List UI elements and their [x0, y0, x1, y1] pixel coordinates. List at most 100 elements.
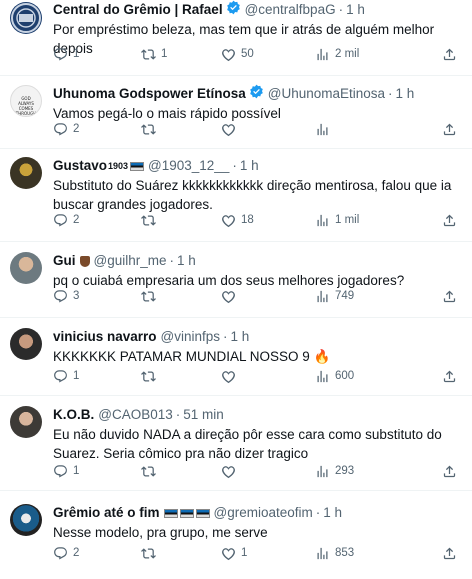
separator-dot: ·	[223, 329, 228, 344]
views-button[interactable]: 293	[315, 463, 415, 479]
avatar[interactable]: GOD ALWAYS COMES THROUGH	[10, 85, 42, 117]
like-button[interactable]: 1	[221, 545, 315, 561]
share-button[interactable]	[442, 121, 462, 137]
author-name-suffix: 1903	[108, 161, 129, 171]
reply-button[interactable]: 1	[53, 46, 141, 62]
author-name[interactable]: vinicius navarro	[53, 328, 157, 346]
timestamp[interactable]: 1 h	[177, 252, 196, 270]
flag-icon	[130, 161, 145, 171]
reply-button[interactable]: 2	[53, 121, 141, 137]
share-button[interactable]	[442, 368, 462, 384]
author-name[interactable]: Gui	[53, 252, 76, 270]
retweet-button[interactable]: 1	[141, 46, 221, 62]
share-button[interactable]	[442, 46, 462, 62]
like-icon	[222, 465, 235, 478]
tweet[interactable]: Gui @guilhr_me · 1 h pq o cuiabá empresa…	[0, 242, 472, 318]
author-handle[interactable]: @centralfbpaG	[245, 1, 336, 19]
like-count: 1	[241, 547, 248, 559]
reply-count: 1	[73, 465, 80, 477]
retweet-button[interactable]	[141, 288, 221, 304]
author-handle[interactable]: @CAOB013	[98, 406, 173, 424]
retweet-icon	[141, 214, 156, 226]
like-button[interactable]: 18	[221, 212, 315, 228]
like-button[interactable]	[221, 368, 315, 384]
retweet-icon	[141, 547, 156, 559]
author-name[interactable]: K.O.B.	[53, 406, 94, 424]
like-icon	[222, 290, 235, 303]
views-count: 749	[335, 290, 355, 302]
views-count: 293	[335, 465, 355, 477]
retweet-button[interactable]	[141, 212, 221, 228]
avatar[interactable]	[10, 328, 42, 360]
views-button[interactable]	[315, 121, 415, 137]
like-icon	[222, 214, 235, 227]
like-button[interactable]: 50	[221, 46, 315, 62]
tweet[interactable]: vinicius navarro @vininfps · 1 h KKKKKKK…	[0, 318, 472, 396]
share-button[interactable]	[442, 545, 462, 561]
author-handle[interactable]: @1903_12__	[148, 157, 229, 175]
retweet-icon	[141, 290, 156, 302]
author-handle[interactable]: @vininfps	[161, 328, 220, 346]
share-button[interactable]	[442, 288, 462, 304]
tweet[interactable]: Grêmio até o fim @gremioateofim · 1 h Ne…	[0, 491, 472, 579]
views-button[interactable]: 600	[315, 368, 415, 384]
views-count: 1 mil	[335, 214, 360, 226]
author-name[interactable]: Uhunoma Godspower Etínosa	[53, 85, 246, 103]
reply-count: 2	[73, 123, 80, 135]
views-button[interactable]: 1 mil	[315, 212, 415, 228]
like-button[interactable]	[221, 463, 315, 479]
avatar[interactable]	[10, 504, 42, 536]
timestamp[interactable]: 1 h	[396, 85, 415, 103]
author-handle[interactable]: @gremioateofim	[214, 504, 313, 522]
reply-button[interactable]: 2	[53, 212, 141, 228]
views-button[interactable]: 749	[315, 288, 415, 304]
timestamp[interactable]: 1 h	[346, 1, 365, 19]
reply-button[interactable]: 2	[53, 545, 141, 561]
timestamp[interactable]: 1 h	[240, 157, 259, 175]
reply-button[interactable]: 1	[53, 368, 141, 384]
reply-button[interactable]: 3	[53, 288, 141, 304]
timestamp[interactable]: 1 h	[231, 328, 250, 346]
avatar[interactable]	[10, 252, 42, 284]
like-button[interactable]	[221, 121, 315, 137]
like-button[interactable]	[221, 288, 315, 304]
author-handle[interactable]: @guilhr_me	[94, 252, 167, 270]
views-count: 600	[335, 370, 355, 382]
retweet-button[interactable]	[141, 463, 221, 479]
reply-button[interactable]: 1	[53, 463, 141, 479]
share-button[interactable]	[442, 463, 462, 479]
action-bar: 2 18 1 mil	[53, 212, 462, 228]
retweet-count: 1	[161, 48, 168, 60]
avatar[interactable]	[10, 2, 42, 34]
retweet-button[interactable]	[141, 368, 221, 384]
timestamp[interactable]: 51 min	[183, 406, 224, 424]
views-icon	[317, 214, 328, 226]
reply-icon	[54, 546, 67, 559]
timestamp[interactable]: 1 h	[323, 504, 342, 522]
reply-count: 1	[73, 370, 80, 382]
author-name[interactable]: Central do Grêmio | Rafael	[53, 1, 223, 19]
share-icon	[443, 465, 456, 477]
views-button[interactable]: 853	[315, 545, 415, 561]
share-icon	[443, 290, 456, 302]
tweet[interactable]: GOD ALWAYS COMES THROUGH Uhunoma Godspow…	[0, 76, 472, 149]
reply-icon	[54, 289, 67, 302]
views-icon	[317, 123, 328, 135]
author-name[interactable]: Gustavo	[53, 157, 107, 175]
verified-badge-icon	[249, 84, 264, 104]
tweet[interactable]: K.O.B. @CAOB013 · 51 min Eu não duvido N…	[0, 396, 472, 491]
avatar[interactable]	[10, 406, 42, 438]
tweet[interactable]: Gustavo 1903 @1903_12__ · 1 h Substituto…	[0, 149, 472, 242]
tweet-text: KKKKKKK PATAMAR MUNDIAL NOSSO 9 🔥	[53, 349, 331, 364]
share-button[interactable]	[442, 212, 462, 228]
retweet-button[interactable]	[141, 121, 221, 137]
separator-dot: ·	[388, 86, 393, 101]
retweet-button[interactable]	[141, 545, 221, 561]
views-button[interactable]: 2 mil	[315, 46, 415, 62]
avatar[interactable]	[10, 157, 42, 189]
author-name[interactable]: Grêmio até o fim	[53, 504, 160, 522]
reply-icon	[54, 122, 67, 135]
author-handle[interactable]: @UhunomaEtinosa	[268, 85, 385, 103]
views-icon	[317, 48, 328, 60]
tweet[interactable]: Central do Grêmio | Rafael @centralfbpaG…	[0, 0, 472, 76]
